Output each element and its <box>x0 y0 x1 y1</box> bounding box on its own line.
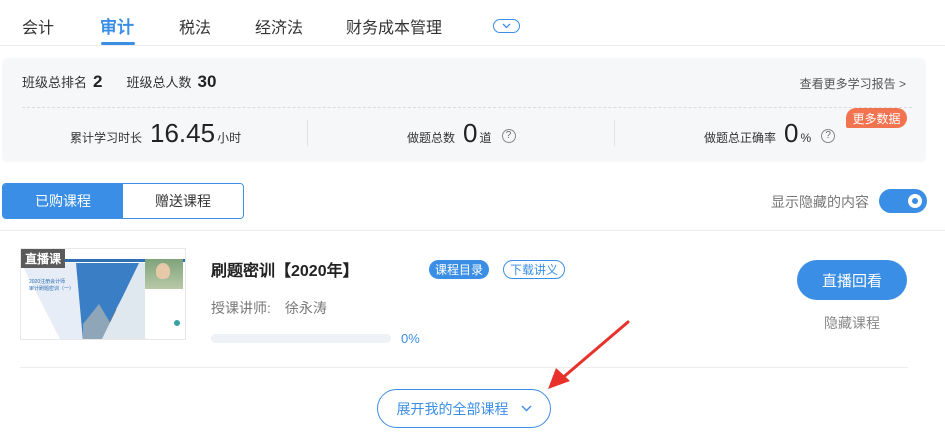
more-subjects-toggle[interactable] <box>493 19 520 33</box>
questions-value: 0 <box>463 118 478 148</box>
course-progress-bar <box>211 334 391 343</box>
study-time-label: 累计学习时长 <box>70 131 143 145</box>
rank-value: 2 <box>93 72 103 91</box>
stats-separator <box>614 120 615 146</box>
accuracy-value: 0 <box>784 118 799 148</box>
question-mark-icon[interactable]: ? <box>821 128 836 143</box>
progress-percent: 0% <box>401 331 420 346</box>
total-label: 班级总人数 <box>126 75 192 90</box>
course-catalog-button[interactable]: 课程目录 <box>429 260 490 279</box>
tab-accounting[interactable]: 会计 <box>22 14 54 38</box>
accuracy-label: 做题总正确率 <box>704 131 777 145</box>
teacher-info: 授课讲师: 徐永涛 <box>211 298 327 318</box>
stats-separator <box>307 120 308 146</box>
active-tab-indicator <box>101 42 135 45</box>
tab-gifted-courses[interactable]: 赠送课程 <box>123 184 243 218</box>
divider <box>0 230 945 231</box>
teacher-label: 授课讲师: <box>211 300 271 316</box>
accuracy-stat: 做题总正确率 0 % ? <box>704 118 836 149</box>
learning-stats-panel: 班级总排名 2 班级总人数 30 查看更多学习报告 > 累计学习时长 16.45… <box>2 58 926 162</box>
questions-label: 做题总数 <box>407 131 456 145</box>
toggle-knob <box>908 194 922 208</box>
total-value: 30 <box>197 72 217 91</box>
course-thumbnail[interactable]: 2020注册会计师 审计刷题密训（一） 直播课 <box>20 248 186 340</box>
chevron-down-icon <box>521 405 531 412</box>
subject-tab-bar: 会计 审计 税法 经济法 财务成本管理 <box>0 0 945 46</box>
more-data-badge[interactable]: 更多数据 <box>846 108 907 128</box>
questions-stat: 做题总数 0 道 ? <box>407 118 516 149</box>
divider <box>20 367 908 368</box>
more-report-link[interactable]: 查看更多学习报告 > <box>800 75 906 92</box>
thumbnail-caption: 2020注册会计师 审计刷题密训（一） <box>29 279 75 292</box>
show-hidden-toggle[interactable] <box>879 189 927 213</box>
expand-all-courses-button[interactable]: 展开我的全部课程 <box>377 389 551 428</box>
tab-purchased-courses[interactable]: 已购课程 <box>3 184 123 218</box>
course-title[interactable]: 刷题密训【2020年】 <box>211 257 359 281</box>
teacher-name: 徐永涛 <box>284 300 327 316</box>
questions-unit: 道 <box>479 131 492 145</box>
course-type-tabs: 已购课程 赠送课程 <box>2 183 244 219</box>
stats-divider <box>22 107 912 108</box>
download-handout-button[interactable]: 下载讲义 <box>503 260 566 279</box>
live-course-tag: 直播课 <box>21 249 66 268</box>
hide-course-button[interactable]: 隐藏课程 <box>824 313 880 333</box>
question-mark-icon[interactable]: ? <box>501 128 516 143</box>
tab-audit[interactable]: 审计 <box>100 13 134 38</box>
expand-button-label: 展开我的全部课程 <box>396 400 509 417</box>
rank-label: 班级总排名 <box>22 75 88 90</box>
tab-financial-cost-management[interactable]: 财务成本管理 <box>346 14 442 38</box>
tab-economic-law[interactable]: 经济法 <box>255 14 303 38</box>
teacher-video-preview <box>145 259 183 289</box>
live-replay-button[interactable]: 直播回看 <box>797 260 907 300</box>
show-hidden-label: 显示隐藏的内容 <box>771 194 869 210</box>
accuracy-unit: % <box>800 131 812 145</box>
study-time-value: 16.45 <box>150 118 216 148</box>
tab-tax-law[interactable]: 税法 <box>179 14 211 38</box>
class-ranking-row: 班级总排名 2 班级总人数 30 <box>22 72 240 92</box>
chevron-down-icon <box>502 23 511 29</box>
study-time-stat: 累计学习时长 16.45 小时 <box>70 118 241 149</box>
study-time-unit: 小时 <box>217 131 242 145</box>
